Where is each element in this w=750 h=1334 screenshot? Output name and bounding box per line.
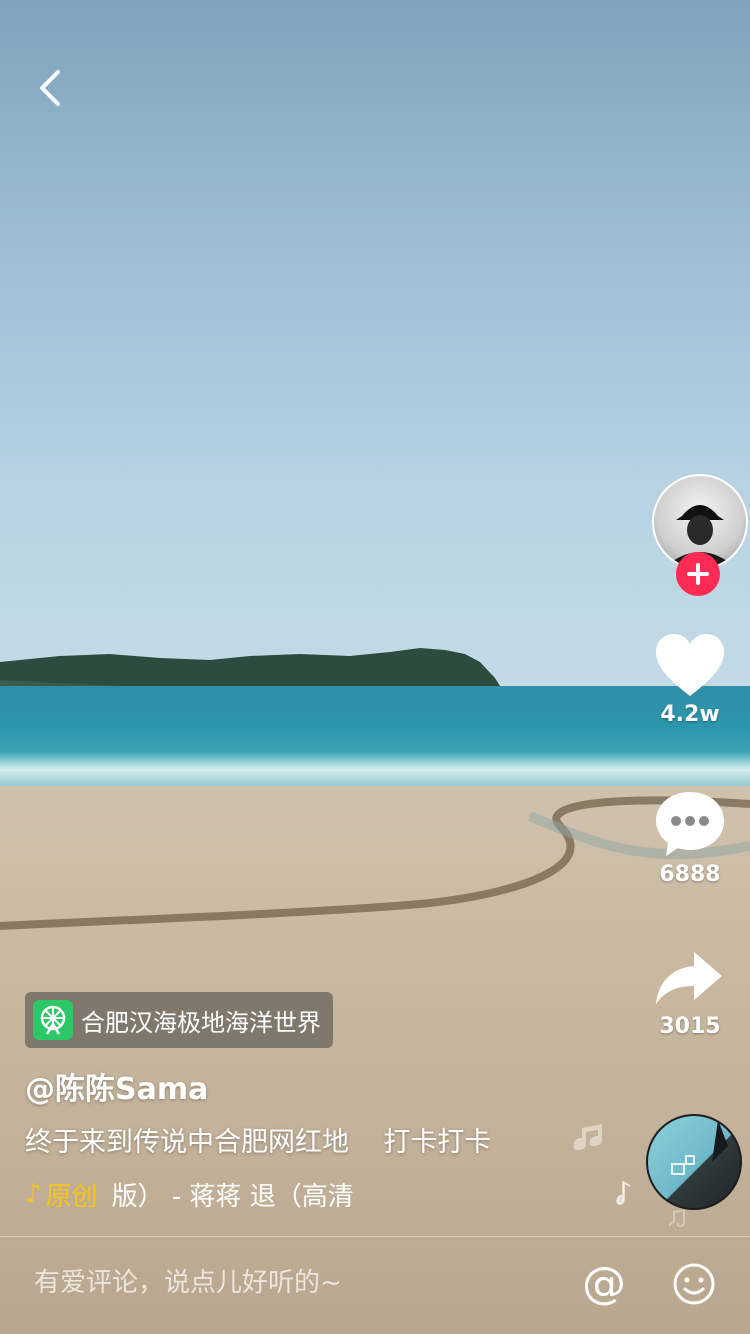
comment-button[interactable]: 6888 xyxy=(630,790,750,887)
location-name: 合肥汉海极地海洋世界 xyxy=(81,1008,321,1037)
mention-button[interactable]: @ xyxy=(582,1258,626,1309)
share-count: 3015 xyxy=(659,1014,721,1039)
like-button[interactable]: 4.2w xyxy=(630,632,750,727)
music-note-icon xyxy=(573,1124,602,1150)
follow-button[interactable] xyxy=(676,552,720,596)
comment-count: 6888 xyxy=(659,862,721,887)
music-title: 版） - 蒋蒋 退（高清 xyxy=(111,1181,354,1212)
speech-bubble-icon xyxy=(656,792,724,856)
comment-input[interactable]: 有爱评论，说点儿好听的~ xyxy=(34,1262,342,1299)
heart-icon xyxy=(656,634,724,696)
music-disc[interactable] xyxy=(646,1114,742,1210)
music-original-tag: 原创 xyxy=(45,1181,98,1212)
music-note-icon: ♪ xyxy=(25,1179,42,1209)
music-info[interactable]: ♪ 原创 版） - 蒋蒋 退（高清 xyxy=(25,1174,445,1214)
music-note-icon xyxy=(616,1180,631,1206)
music-note-icon xyxy=(669,1210,685,1228)
like-count: 4.2w xyxy=(660,702,720,727)
smiley-icon[interactable] xyxy=(672,1262,716,1306)
cover-graphic xyxy=(671,1120,728,1175)
music-cover xyxy=(648,1116,740,1208)
chevron-left-icon[interactable] xyxy=(30,66,70,110)
comment-bar-divider xyxy=(0,1236,750,1237)
right-action-bar: 4.2w 6888 3015 xyxy=(573,0,750,1334)
author-name[interactable]: @陈陈Sama xyxy=(25,1064,208,1108)
share-button[interactable]: 3015 xyxy=(630,948,750,1039)
ferris-wheel-icon xyxy=(33,1000,73,1040)
plus-icon xyxy=(687,563,709,585)
share-arrow-icon xyxy=(656,952,722,1004)
video-caption: 终于来到传说中合肥网红地 打卡打卡 xyxy=(25,1127,492,1158)
location-tag[interactable]: 合肥汉海极地海洋世界 xyxy=(25,992,333,1048)
